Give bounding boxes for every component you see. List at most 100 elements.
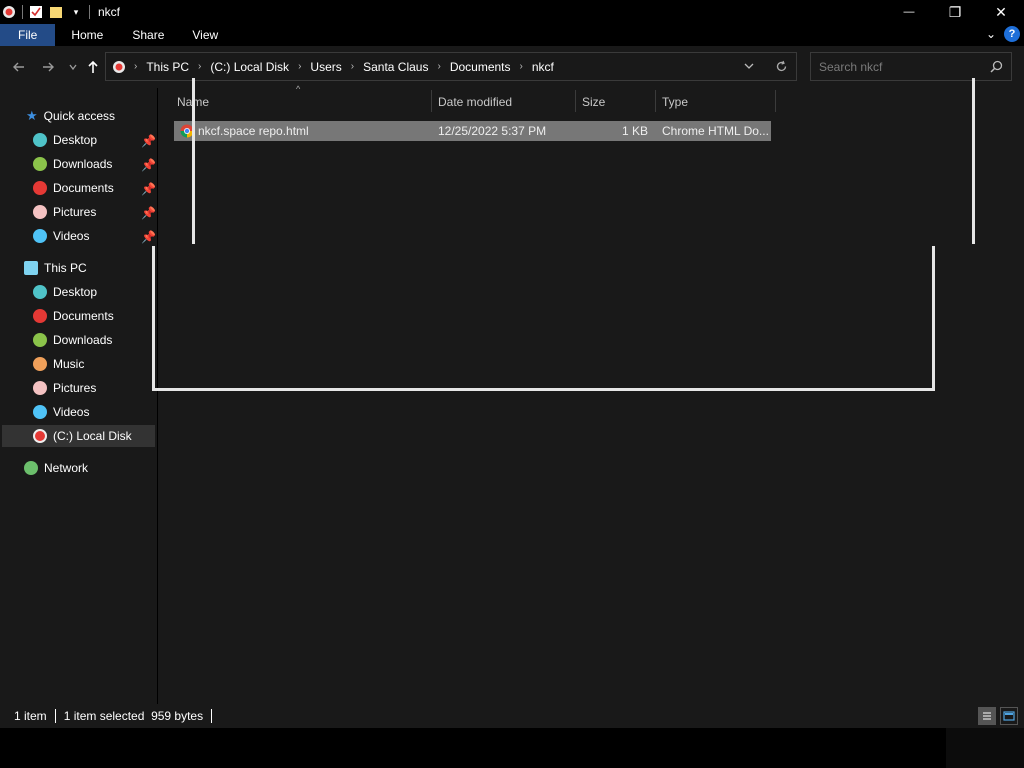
breadcrumb-chevron-icon[interactable]: ›: [520, 61, 523, 72]
sidebar-item-pc-desktop[interactable]: Desktop: [33, 281, 153, 303]
column-header-name[interactable]: Name: [177, 89, 431, 115]
sidebar-item-label: (C:) Local Disk: [53, 429, 132, 443]
column-divider[interactable]: [775, 90, 776, 112]
sidebar-item-label: Desktop: [53, 133, 98, 147]
pin-icon: 📌: [141, 182, 156, 196]
network-icon: [24, 461, 38, 475]
ribbon-tabs: File Home Share View ⌄ ?: [0, 24, 1024, 46]
customize-toolbar-chevron-icon[interactable]: ▾: [69, 5, 83, 19]
minimize-icon: —: [903, 6, 915, 18]
sidebar-item-label: Network: [44, 461, 89, 475]
sidebar-item-local-disk[interactable]: (C:) Local Disk: [2, 425, 155, 447]
location-icon: [112, 60, 126, 74]
column-divider[interactable]: [431, 90, 432, 112]
details-view-icon: [983, 712, 991, 720]
file-name[interactable]: nkcf.space repo.html: [198, 121, 428, 141]
search-box[interactable]: [810, 52, 1012, 81]
sidebar-item-label: Downloads: [53, 333, 113, 347]
overlay-line: [152, 388, 935, 391]
search-icon[interactable]: [990, 60, 1003, 76]
breadcrumb-chevron-icon[interactable]: ›: [198, 61, 201, 72]
sidebar-item-label: Documents: [53, 181, 114, 195]
chevron-down-icon: [69, 64, 77, 71]
drive-icon: [33, 429, 47, 443]
breadcrumb-nkcf[interactable]: nkcf: [532, 60, 554, 74]
sidebar-item-videos[interactable]: Videos: [33, 225, 153, 247]
search-input[interactable]: [819, 59, 989, 74]
downloads-icon: [33, 157, 47, 171]
computer-icon: [24, 261, 38, 275]
breadcrumb-users[interactable]: Users: [310, 60, 341, 74]
breadcrumb-santa-claus[interactable]: Santa Claus: [363, 60, 428, 74]
sidebar-item-quick-access[interactable]: ★ Quick access: [26, 105, 154, 127]
address-bar[interactable]: › This PC › (C:) Local Disk › Users › Sa…: [105, 52, 797, 81]
sidebar-item-pc-music[interactable]: Music: [33, 353, 153, 375]
sidebar-item-downloads[interactable]: Downloads: [33, 153, 153, 175]
up-button[interactable]: [84, 58, 102, 76]
recent-locations-button[interactable]: [64, 58, 82, 76]
sidebar-item-desktop[interactable]: Desktop: [33, 129, 153, 151]
sidebar-item-label: Downloads: [53, 157, 113, 171]
refresh-icon[interactable]: [775, 60, 788, 76]
column-divider[interactable]: [655, 90, 656, 112]
sidebar-item-pc-pictures[interactable]: Pictures: [33, 377, 153, 399]
details-view-button[interactable]: [978, 707, 996, 725]
tab-view[interactable]: View: [178, 24, 232, 46]
properties-icon[interactable]: [29, 5, 43, 19]
sidebar-item-pc-videos[interactable]: Videos: [33, 401, 153, 423]
status-bar: 1 item 1 item selected 959 bytes: [0, 704, 1024, 728]
sidebar-item-label: Documents: [53, 309, 114, 323]
expand-ribbon-chevron-icon[interactable]: ⌄: [986, 27, 996, 41]
pin-icon: 📌: [141, 206, 156, 220]
back-button[interactable]: [10, 58, 28, 76]
large-icons-view-icon: [1003, 711, 1015, 721]
breadcrumb-chevron-icon[interactable]: ›: [298, 61, 301, 72]
sidebar-item-pc-documents[interactable]: Documents: [33, 305, 153, 327]
tab-share[interactable]: Share: [118, 24, 178, 46]
sidebar-item-label: Pictures: [53, 205, 97, 219]
close-icon: ✕: [995, 3, 1007, 20]
sidebar-item-label: Desktop: [53, 285, 98, 299]
documents-icon: [33, 309, 47, 323]
column-header-date-modified[interactable]: Date modified: [438, 89, 574, 115]
breadcrumb-chevron-icon[interactable]: ›: [351, 61, 354, 72]
help-icon[interactable]: ?: [1004, 26, 1020, 42]
minimize-button[interactable]: —: [886, 0, 932, 24]
app-icon[interactable]: [2, 5, 16, 19]
overlay-line: [152, 246, 155, 391]
maximize-button[interactable]: ❐: [932, 0, 978, 24]
restore-icon: ❐: [948, 3, 962, 20]
forward-button[interactable]: [39, 58, 57, 76]
pin-icon: 📌: [141, 134, 156, 148]
sidebar-item-label: Quick access: [43, 109, 116, 123]
title-bar: ▾ nkcf — ❐ ✕: [0, 0, 1024, 24]
column-divider[interactable]: [575, 90, 576, 112]
pictures-icon: [33, 205, 47, 219]
breadcrumb-local-disk[interactable]: (C:) Local Disk: [210, 60, 289, 74]
sidebar-item-this-pc[interactable]: This PC: [24, 257, 154, 279]
breadcrumb-chevron-icon[interactable]: ›: [437, 61, 440, 72]
pictures-icon: [33, 381, 47, 395]
tab-file[interactable]: File: [0, 24, 56, 46]
videos-icon: [33, 405, 47, 419]
pin-icon: 📌: [141, 230, 156, 244]
sidebar-item-pictures[interactable]: Pictures: [33, 201, 153, 223]
quick-access-toolbar: ▾: [0, 0, 96, 24]
overlay-line: [932, 246, 935, 391]
large-icons-view-button[interactable]: [1000, 707, 1018, 725]
tab-home[interactable]: Home: [57, 24, 118, 46]
sidebar-item-network[interactable]: Network: [24, 457, 154, 479]
column-header-size[interactable]: Size: [582, 89, 654, 115]
breadcrumb-this-pc[interactable]: This PC: [146, 60, 189, 74]
column-header-type[interactable]: Type: [662, 89, 774, 115]
address-history-chevron-icon[interactable]: [743, 60, 755, 75]
file-size: 1 KB: [621, 124, 648, 138]
breadcrumb-documents[interactable]: Documents: [450, 60, 511, 74]
forward-arrow-icon: [43, 62, 54, 72]
sidebar-item-pc-downloads[interactable]: Downloads: [33, 329, 153, 351]
close-button[interactable]: ✕: [978, 0, 1024, 24]
file-list-pane[interactable]: [158, 88, 1024, 704]
new-folder-icon[interactable]: [49, 5, 63, 19]
sidebar-item-label: This PC: [44, 261, 87, 275]
sidebar-item-documents[interactable]: Documents: [33, 177, 153, 199]
